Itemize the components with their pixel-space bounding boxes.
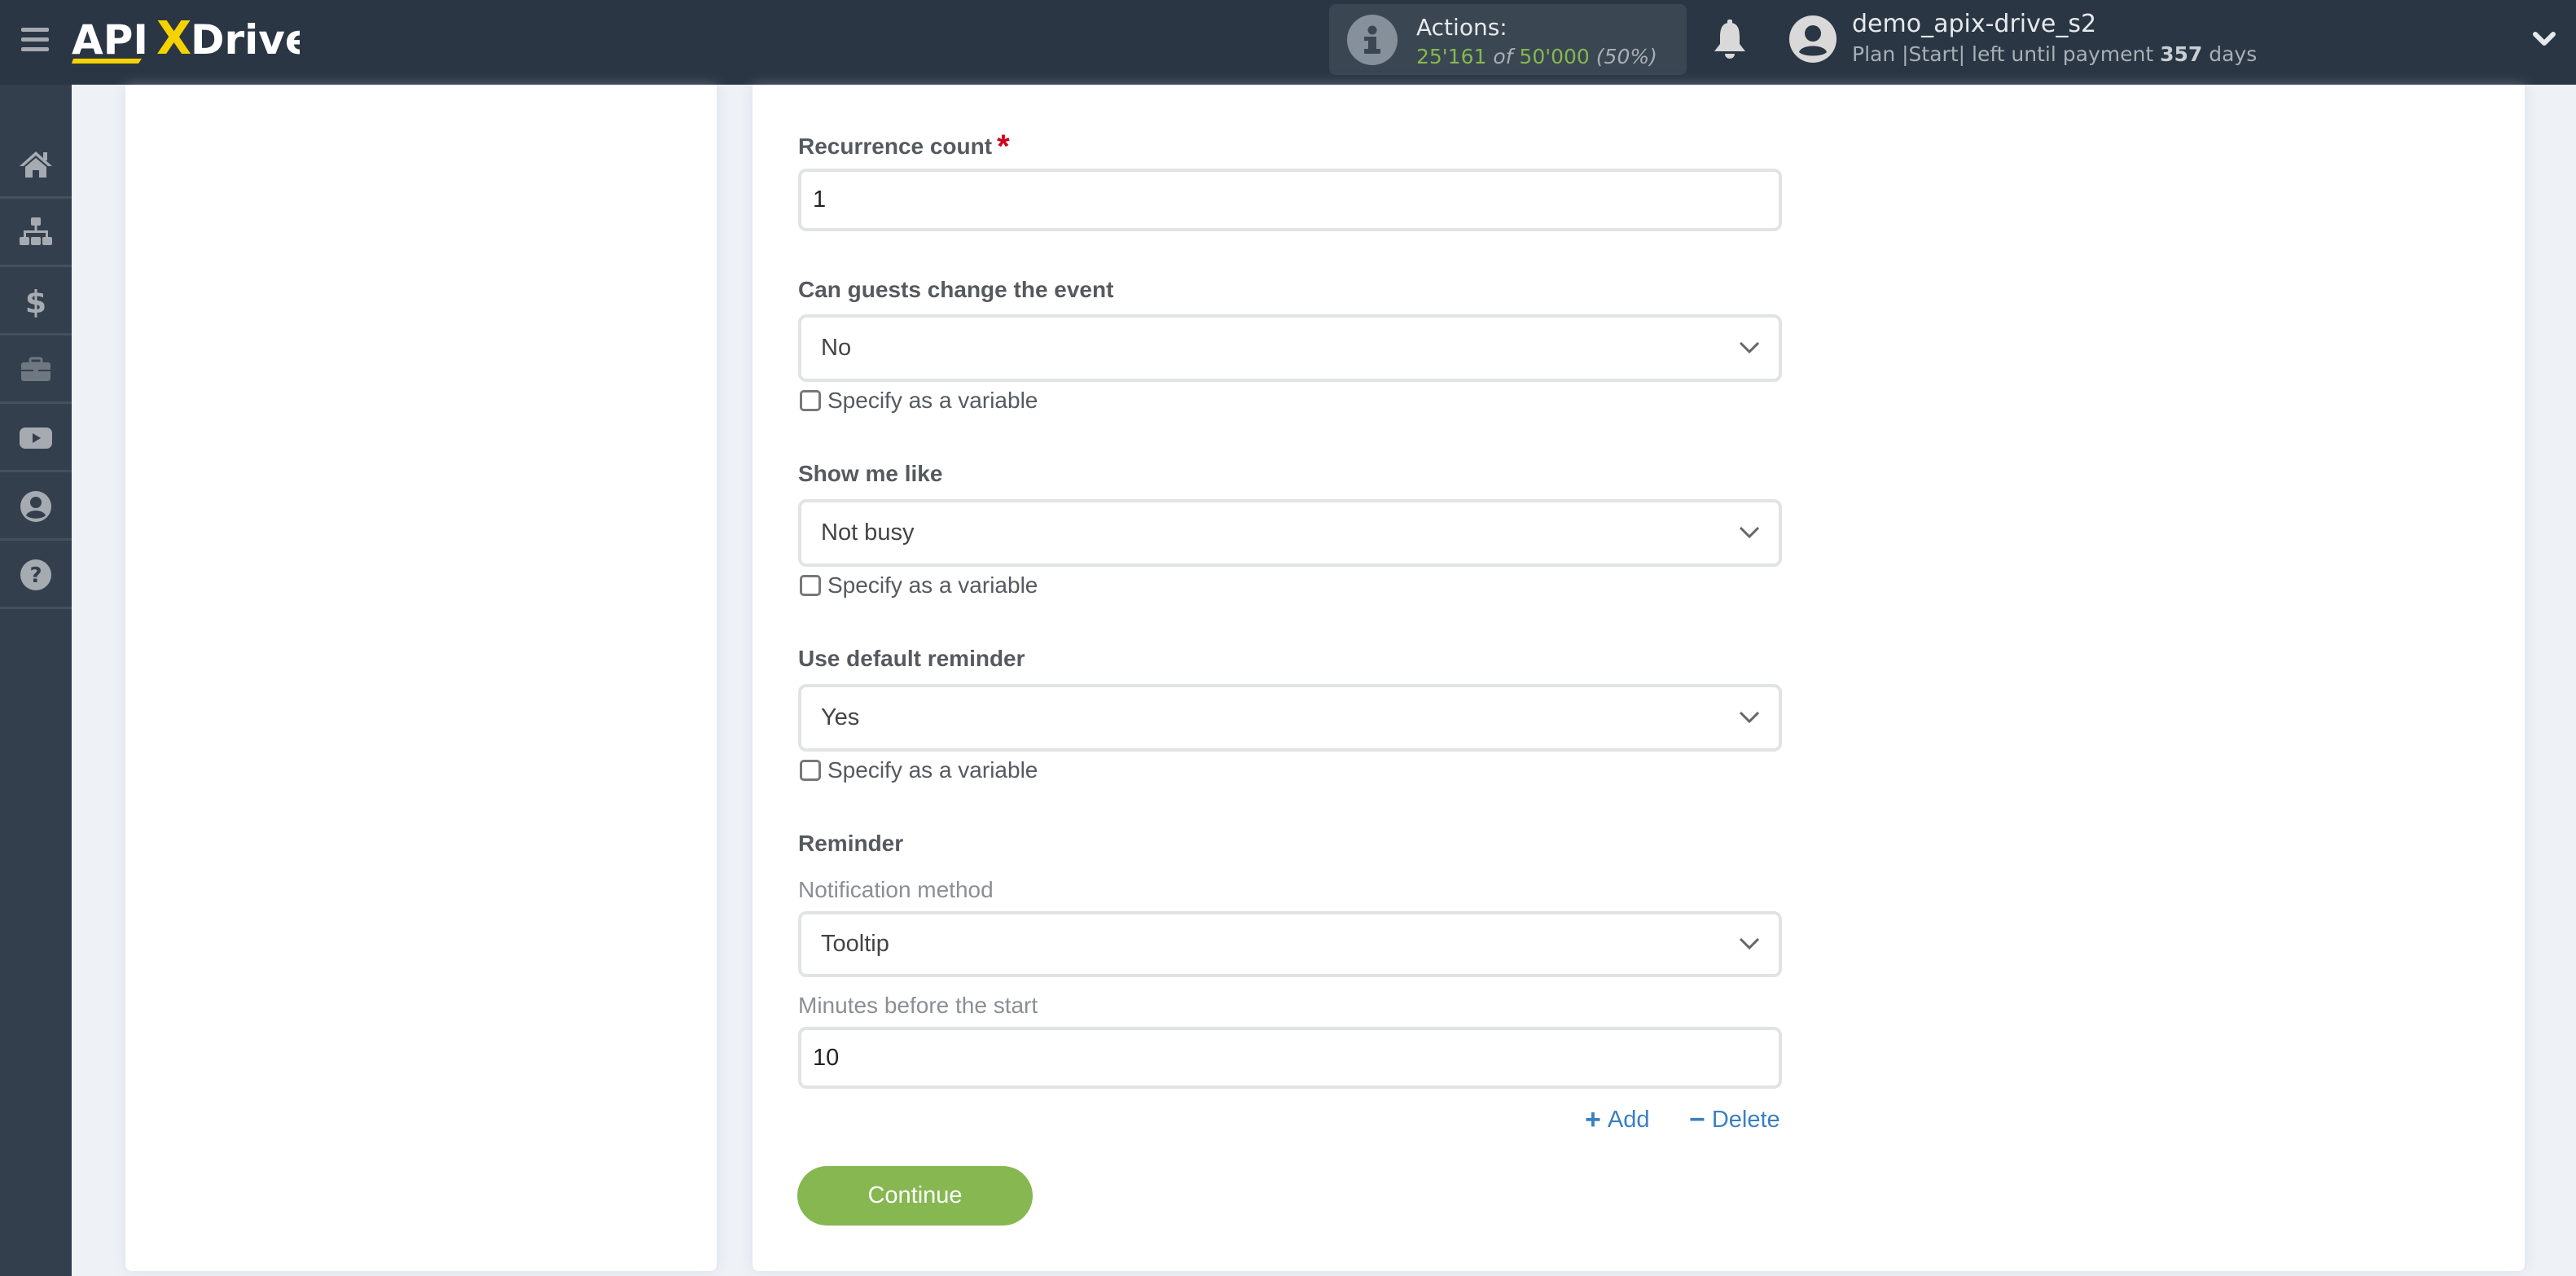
menu-toggle-icon[interactable] (21, 28, 49, 52)
svg-text:$: $ (25, 284, 46, 319)
plan-prefix: Plan |Start| left until payment (1852, 42, 2154, 66)
svg-text:X: X (156, 12, 191, 65)
actions-of: of (1493, 45, 1513, 68)
briefcase-icon (21, 357, 50, 381)
user-avatar-icon[interactable] (1788, 15, 1837, 64)
sidebar-item-services[interactable] (0, 335, 72, 404)
days-left: 357 (2160, 42, 2203, 66)
actions-total: 50'000 (1519, 45, 1590, 68)
sidebar-item-videos[interactable] (0, 404, 72, 472)
sidebar-item-account[interactable] (0, 472, 72, 541)
reminder-label: Reminder (798, 831, 904, 856)
notification-method-select[interactable]: Tooltip (798, 911, 1782, 977)
recurrence-count-label: Recurrence count * (798, 129, 1010, 165)
sidebar-item-help[interactable]: ? (0, 541, 72, 609)
checkbox[interactable] (800, 390, 821, 411)
recurrence-count-field[interactable] (813, 186, 1779, 213)
actions-percent: (50%) (1595, 45, 1657, 68)
days-suffix: days (2209, 42, 2258, 66)
actions-count: 25'161 of 50'000 (50%) (1416, 45, 1657, 68)
svg-text:Drive: Drive (191, 16, 300, 64)
guests-change-value: No (821, 335, 852, 361)
actions-usage-panel[interactable]: Actions: 25'161 of 50'000 (50%) (1329, 4, 1687, 75)
chevron-down-icon[interactable] (2530, 26, 2559, 50)
top-header: API X Drive Actions: 25'161 of 50'000 (5… (0, 0, 2576, 85)
bell-icon[interactable] (1710, 18, 1749, 60)
left-panel (125, 85, 717, 1271)
continue-button[interactable]: Continue (797, 1166, 1033, 1226)
chevron-down-icon (1739, 526, 1760, 538)
checkbox-label: Specify as a variable (827, 388, 1038, 413)
svg-text:API: API (72, 16, 148, 64)
guests-change-select[interactable]: No (798, 314, 1782, 382)
recurrence-count-label-text: Recurrence count (798, 134, 993, 159)
add-reminder-button[interactable]: + Add (1585, 1104, 1649, 1136)
main-form-card (753, 85, 2525, 1271)
question-circle-icon: ? (20, 559, 51, 590)
minutes-before-label: Minutes before the start (798, 993, 1038, 1018)
sidebar-item-billing[interactable]: $ (0, 267, 72, 335)
recurrence-count-input[interactable] (798, 169, 1782, 231)
default-reminder-value: Yes (821, 704, 860, 730)
delete-label: Delete (1711, 1107, 1780, 1133)
required-mark: * (997, 129, 1010, 164)
delete-reminder-button[interactable]: − Delete (1689, 1104, 1780, 1136)
actions-title: Actions: (1416, 14, 1507, 41)
show-me-like-select[interactable]: Not busy (798, 499, 1782, 567)
default-reminder-select[interactable]: Yes (798, 684, 1782, 752)
actions-used: 25'161 (1416, 45, 1487, 68)
default-reminder-label: Use default reminder (798, 646, 1025, 671)
checkbox[interactable] (800, 760, 821, 781)
add-label: Add (1607, 1107, 1650, 1133)
plan-info: Plan |Start| left until payment 357 days (1852, 42, 2257, 66)
username[interactable]: demo_apix-drive_s2 (1852, 10, 2096, 38)
minus-icon: − (1689, 1104, 1705, 1135)
chevron-down-icon (1739, 937, 1760, 949)
checkbox[interactable] (800, 575, 821, 596)
svg-text:?: ? (29, 563, 42, 588)
chevron-down-icon (1739, 711, 1760, 723)
notification-method-value: Tooltip (821, 931, 889, 957)
show-me-like-value: Not busy (821, 520, 915, 546)
dollar-icon: $ (25, 284, 46, 319)
sidebar-item-home[interactable] (0, 130, 72, 199)
guests-change-variable-checkbox[interactable]: Specify as a variable (800, 388, 1038, 414)
guests-change-label: Can guests change the event (798, 277, 1114, 302)
default-reminder-variable-checkbox[interactable]: Specify as a variable (800, 757, 1038, 783)
sidebar-item-connections[interactable] (0, 199, 72, 267)
checkbox-label: Specify as a variable (827, 572, 1038, 598)
notification-method-label: Notification method (798, 877, 994, 902)
info-icon (1347, 15, 1398, 65)
minutes-before-field[interactable] (813, 1044, 1779, 1072)
minutes-before-input[interactable] (798, 1027, 1782, 1089)
show-me-like-label: Show me like (798, 461, 943, 486)
apix-drive-logo[interactable]: API X Drive (72, 11, 313, 68)
plus-icon: + (1585, 1104, 1601, 1135)
chevron-down-icon (1739, 341, 1760, 353)
sitemap-icon (20, 217, 52, 245)
checkbox-label: Specify as a variable (827, 757, 1038, 783)
home-icon (20, 151, 52, 178)
show-me-like-variable-checkbox[interactable]: Specify as a variable (800, 572, 1038, 599)
youtube-icon (20, 428, 52, 449)
sidebar: $ ? (0, 85, 72, 1276)
user-circle-icon (20, 491, 51, 522)
